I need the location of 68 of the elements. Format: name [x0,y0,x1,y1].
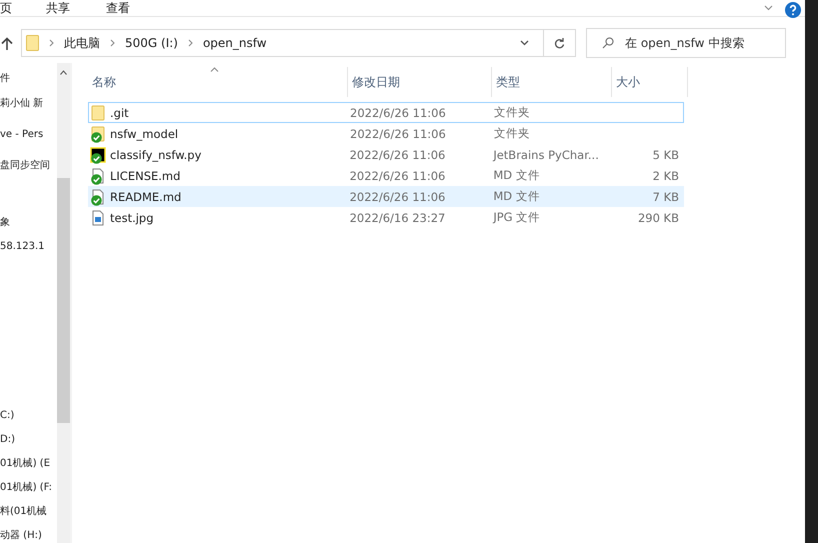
chevron-right-icon [110,39,115,47]
file-row[interactable]: .git 2022/6/26 11:06 文件夹 [88,102,684,123]
folder-icon [26,35,39,51]
file-name: nsfw_model [110,126,180,140]
caret-up-icon[interactable] [60,70,67,75]
file-name: .git [110,106,130,120]
ribbon-tab[interactable]: 共享 [46,0,70,16]
file-name: LICENSE.md [110,168,182,182]
column-header[interactable]: 大小 [612,67,688,97]
help-icon[interactable] [785,2,801,18]
file-type: JPG 文件 [493,210,542,225]
modified-date: 2022/6/16 23:27 [350,210,446,224]
file-size: 7 KB [652,190,680,204]
file-row[interactable]: LICENSE.md 2022/6/26 11:06 MD 文件 2 KB [88,165,684,186]
column-header[interactable]: 名称 [88,67,348,97]
file-row[interactable]: test.jpg 2022/6/16 23:27 JPG 文件 290 KB [88,207,684,228]
file-type: JetBrains PyChar... [493,148,600,162]
modified-date: 2022/6/26 11:06 [350,168,446,182]
modified-date: 2022/6/26 11:06 [350,106,447,120]
sidebar-item[interactable]: 料(01机械 [0,500,57,524]
breadcrumb[interactable]: 此电脑 [64,34,100,52]
file-name: test.jpg [110,210,155,224]
sidebar-item[interactable]: 01机械) (E [0,452,57,476]
sidebar-item[interactable]: C:) [0,404,57,428]
file-name: README.md [110,190,182,204]
sort-caret-icon [210,67,219,72]
sidebar-item[interactable]: 动器 (H:) [0,524,57,543]
modified-date: 2022/6/26 11:06 [350,190,446,204]
sidebar-item[interactable]: 莉小仙 新 [0,92,57,116]
folder-icon [90,104,106,120]
file-type: 文件夹 [494,126,531,141]
column-header[interactable]: 修改日期 [348,67,492,97]
chevron-down-icon[interactable] [764,5,773,11]
modified-date: 2022/6/26 11:06 [350,148,446,162]
breadcrumb[interactable]: 500G (I:) [125,36,178,50]
modified-date: 2022/6/26 11:06 [350,126,447,140]
sidebar-item[interactable]: 件 [0,67,57,91]
sidebar-item[interactable]: 象 [0,211,57,235]
image-file-icon [90,210,106,226]
sidebar-item[interactable]: D:) [0,428,57,452]
sidebar-item[interactable]: 58.123.1 [0,235,57,259]
file-type: MD 文件 [493,189,541,204]
ribbon-tab[interactable]: 页 [0,0,12,16]
search-field[interactable]: 在 open_nsfw 中搜索 [586,28,786,58]
column-header[interactable]: 类型 [492,67,612,97]
search-icon [602,37,614,49]
chevron-right-icon [188,39,193,47]
file-size: 2 KB [652,168,680,182]
ribbon-tab[interactable]: 查看 [106,0,130,16]
file-row[interactable]: classify_nsfw.py 2022/6/26 11:06 JetBrains PyChar... 5 KB [88,144,684,165]
up-arrow-icon[interactable] [1,36,13,50]
sidebar-item[interactable]: 盘同步空间 [0,154,57,178]
chevron-down-icon[interactable] [520,40,529,46]
file-row[interactable]: nsfw_model 2022/6/26 11:06 文件夹 [88,123,684,144]
file-row[interactable]: README.md 2022/6/26 11:06 MD 文件 7 KB [88,186,684,207]
file-type: MD 文件 [493,168,541,183]
file-type: 文件夹 [494,105,531,120]
breadcrumb[interactable]: open_nsfw [202,36,267,50]
file-size: 290 KB [636,210,680,224]
sidebar-item[interactable]: 01机械) (F: [0,476,57,500]
scrollbar[interactable] [57,63,70,543]
sidebar-item[interactable]: ve - Pers [0,123,57,147]
chevron-right-icon [49,39,54,47]
refresh-icon[interactable] [554,37,565,49]
scrollbar-thumb[interactable] [57,178,70,423]
address-bar[interactable]: 此电脑 500G (I:) open_nsfw [21,29,576,57]
file-size: 5 KB [652,148,680,162]
file-name: classify_nsfw.py [110,148,202,162]
